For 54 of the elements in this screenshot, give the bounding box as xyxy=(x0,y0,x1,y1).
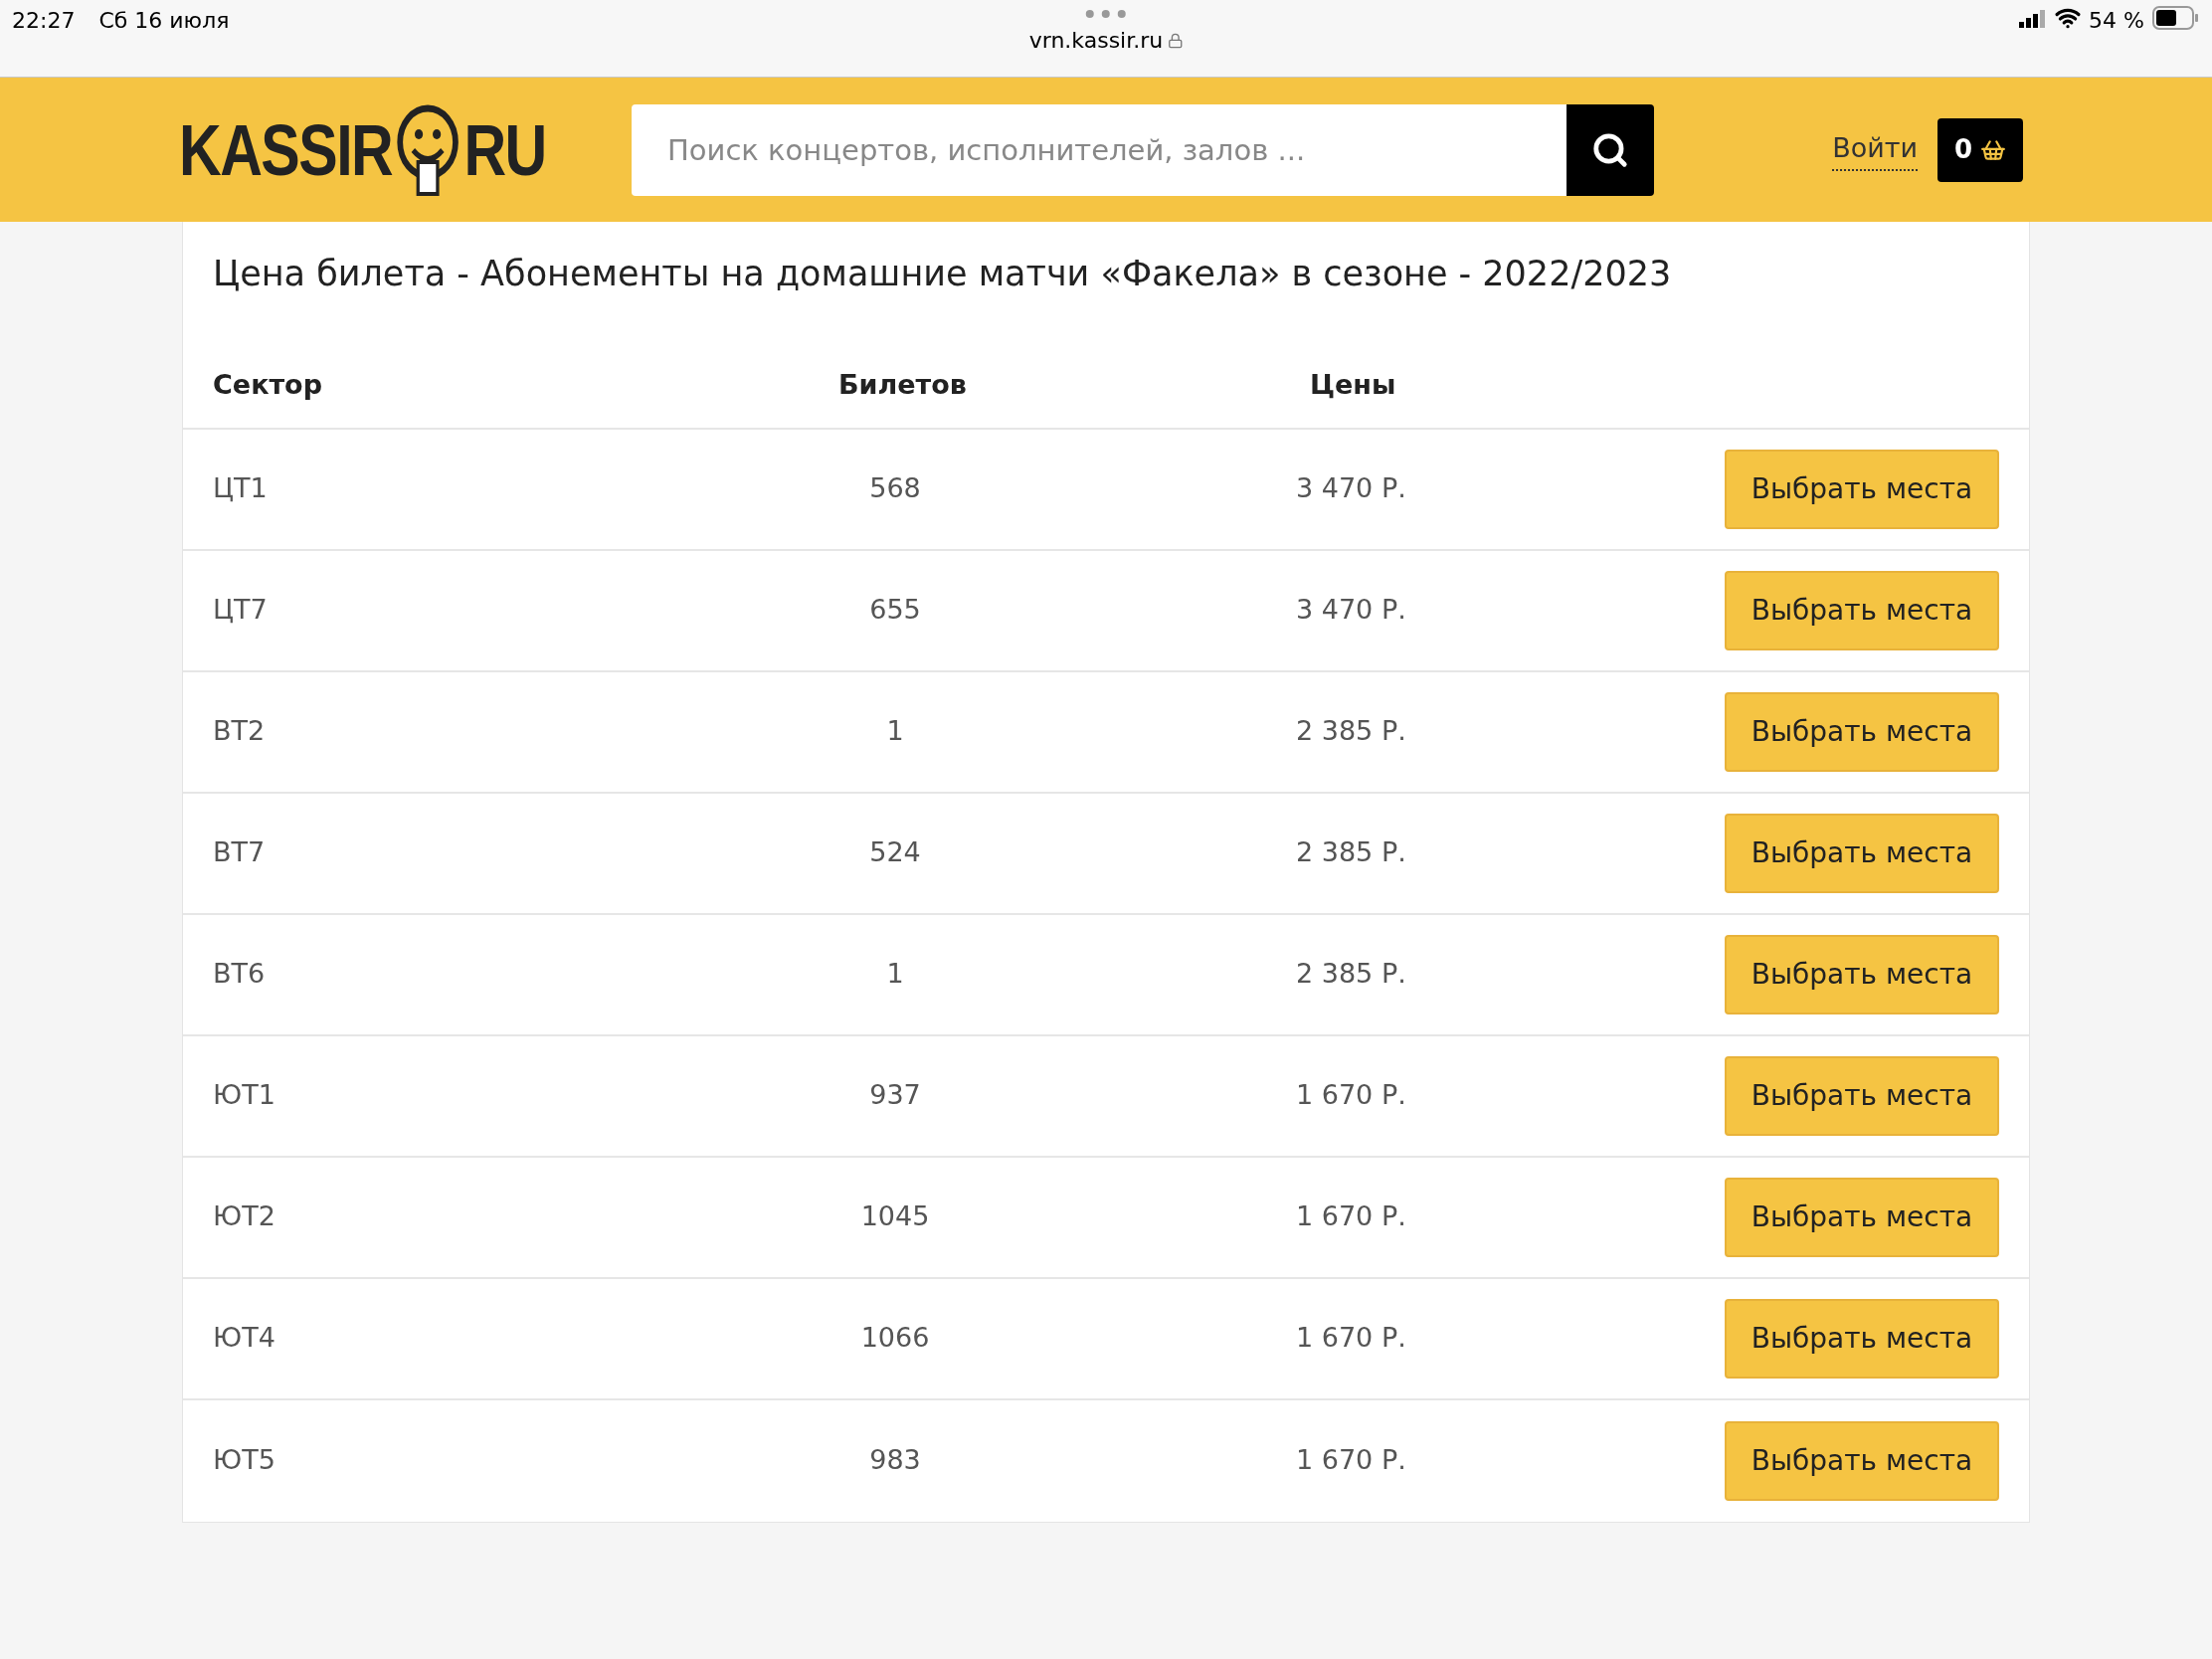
table-cell-text: 983 xyxy=(868,1443,922,1478)
table-cell-text: 1 xyxy=(885,957,905,992)
choose-seats-button[interactable]: Выбрать места xyxy=(1725,691,1999,772)
search-icon xyxy=(1591,130,1629,169)
table-cell-text: 1 670 Р. xyxy=(1296,1443,1406,1478)
search-button[interactable] xyxy=(1567,103,1654,196)
choose-seats-button[interactable]: Выбрать места xyxy=(1725,1420,1999,1501)
table-cell-text: ЮТ2 xyxy=(213,1199,276,1234)
table-cell-text: 1045 xyxy=(859,1199,931,1234)
table-cell-text: ВТ7 xyxy=(213,835,267,870)
table-cell-text: 655 xyxy=(868,593,922,628)
table-cell-text: ЦТ7 xyxy=(213,593,269,628)
table-cell-text: ЦТ1 xyxy=(213,471,269,506)
table-cell-text: ЮТ1 xyxy=(213,1078,276,1113)
column-header: Цены xyxy=(1310,368,1396,403)
table-cell-text: 1 670 Р. xyxy=(1296,1321,1406,1356)
table-cell-text: 1 670 Р. xyxy=(1296,1078,1406,1113)
table-cell-text: 937 xyxy=(868,1078,922,1113)
table-cell-text: 1 670 Р. xyxy=(1296,1199,1406,1234)
battery-icon xyxy=(2152,6,2200,30)
choose-seats-button[interactable]: Выбрать места xyxy=(1725,934,1999,1014)
search-field[interactable]: Поиск концертов, исполнителей, залов ... xyxy=(632,103,1567,196)
battery-text: 54 % xyxy=(2089,7,2144,35)
page-title: Цена билета - Абонементы на домашние матчи «Факела» в сезоне - 2022/2023 xyxy=(212,253,1673,295)
cart-button[interactable]: 0 xyxy=(1937,117,2023,182)
table-cell-text: 3 470 Р. xyxy=(1296,471,1406,506)
logo[interactable]: KASSIR RU xyxy=(179,95,559,204)
choose-seats-button[interactable]: Выбрать места xyxy=(1725,1177,1999,1257)
table-cell-text: 2 385 Р. xyxy=(1296,714,1406,749)
choose-seats-button[interactable]: Выбрать места xyxy=(1725,570,1999,650)
url-text[interactable]: vrn.kassir.ru xyxy=(1028,24,1164,57)
table-cell-text: 2 385 Р. xyxy=(1296,957,1406,992)
table-cell-text: 568 xyxy=(868,471,922,506)
signal-icon xyxy=(2019,8,2048,30)
choose-seats-button[interactable]: Выбрать места xyxy=(1725,1298,1999,1379)
choose-seats-button[interactable]: Выбрать места xyxy=(1725,1055,1999,1136)
table-cell-text: 1 xyxy=(885,714,905,749)
table-cell-text: 3 470 Р. xyxy=(1296,593,1406,628)
login-link[interactable]: Войти xyxy=(1832,128,1918,171)
table-cell-text: ЮТ4 xyxy=(213,1321,276,1356)
choose-seats-button[interactable]: Выбрать места xyxy=(1725,813,1999,893)
table-cell-text: 1066 xyxy=(859,1321,931,1356)
table-cell-text: 2 385 Р. xyxy=(1296,835,1406,870)
table-cell-text: ВТ2 xyxy=(213,714,267,749)
table-cell-text: ЮТ5 xyxy=(213,1443,276,1478)
column-header: Сектор xyxy=(213,368,323,403)
table-cell-text: 524 xyxy=(868,835,922,870)
lock-icon xyxy=(1167,32,1184,49)
choose-seats-button[interactable]: Выбрать места xyxy=(1725,449,1999,529)
status-date: Сб 16 июля xyxy=(98,7,230,35)
status-time: 22:27 xyxy=(12,7,76,35)
more-icon[interactable] xyxy=(1084,8,1128,20)
column-header: Билетов xyxy=(838,368,968,403)
table-cell-text: ВТ6 xyxy=(213,957,267,992)
